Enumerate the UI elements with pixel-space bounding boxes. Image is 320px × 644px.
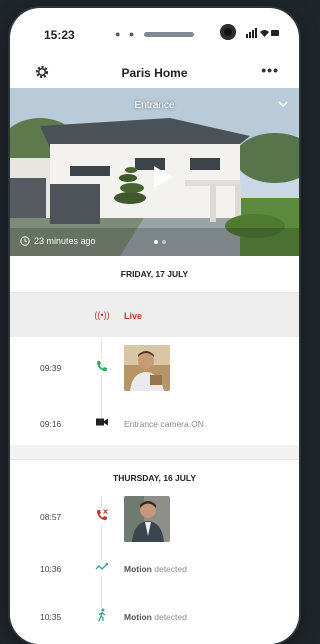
live-broadcast-icon: ((•)) <box>94 310 110 320</box>
phone-missed-icon <box>94 508 110 524</box>
carousel-dot[interactable] <box>162 240 166 244</box>
home-title: Paris Home <box>121 66 188 80</box>
event-text-bold: Motion <box>124 612 152 622</box>
app-header: Paris Home ••• <box>10 60 299 90</box>
event-row[interactable]: 10:36 Motion detected <box>10 554 299 602</box>
visitor-thumbnail[interactable] <box>124 345 170 391</box>
day-separator <box>10 445 299 459</box>
event-text: Motion detected <box>124 564 187 574</box>
event-row[interactable]: 10:35 Motion detected <box>10 602 299 644</box>
play-icon[interactable] <box>154 166 172 188</box>
event-time: 10:35 <box>40 612 62 622</box>
more-options-icon[interactable]: ••• <box>261 62 279 78</box>
event-time: 10:36 <box>40 564 62 574</box>
last-seen: 23 minutes ago <box>20 236 96 246</box>
event-time: 09:39 <box>40 363 62 373</box>
carousel-dot[interactable] <box>154 240 158 244</box>
status-bar: 15:23 ● ● <box>10 8 299 50</box>
signal-wifi-battery-icon <box>246 28 280 40</box>
person-walking-icon <box>94 608 110 624</box>
event-row[interactable]: 09:16 Entrance camera ON <box>10 399 299 445</box>
clock-icon <box>20 236 30 246</box>
carousel-dots[interactable] <box>154 240 166 244</box>
status-time: 15:23 <box>44 28 75 42</box>
event-text-rest: detected <box>154 612 187 622</box>
visitor-thumbnail[interactable] <box>124 496 170 542</box>
phone-answered-icon <box>94 359 110 375</box>
event-row-live[interactable]: ((•)) Live <box>10 293 299 337</box>
event-time: 08:57 <box>40 512 62 522</box>
event-row[interactable]: 08:57 <box>10 496 299 554</box>
timeline-line <box>101 496 102 554</box>
event-row[interactable]: 09:39 <box>10 337 299 399</box>
motion-icon <box>94 560 110 576</box>
event-text: Motion detected <box>124 612 187 622</box>
day-header: FRIDAY, 17 JULY <box>10 256 299 293</box>
event-text: Entrance camera ON <box>124 419 204 429</box>
last-seen-text: 23 minutes ago <box>34 236 96 246</box>
event-text-rest: detected <box>154 564 187 574</box>
event-text-bold: Motion <box>124 564 152 574</box>
front-camera <box>220 24 236 40</box>
video-camera-icon <box>94 415 110 431</box>
camera-name: Entrance <box>134 100 175 111</box>
day-header: THURSDAY, 16 JULY <box>10 459 299 497</box>
phone-frame: 15:23 ● ● Paris Home ••• Entrance 23 min… <box>10 8 299 644</box>
chevron-down-icon[interactable] <box>277 98 289 110</box>
speaker-grill <box>144 32 194 37</box>
camera-preview[interactable]: Entrance 23 minutes ago <box>10 88 299 256</box>
sensor-dots: ● ● <box>115 29 138 39</box>
live-label: Live <box>124 311 143 321</box>
event-time: 09:16 <box>40 419 62 429</box>
